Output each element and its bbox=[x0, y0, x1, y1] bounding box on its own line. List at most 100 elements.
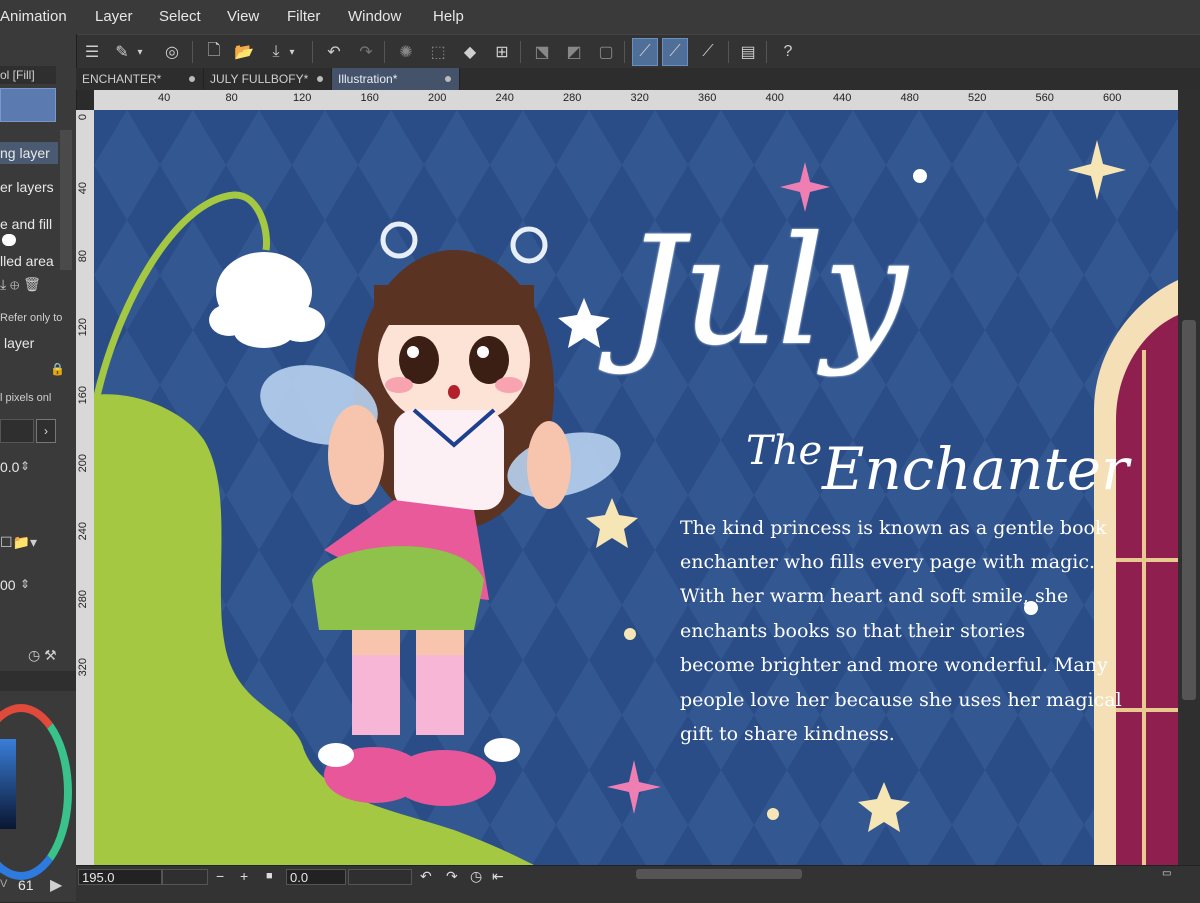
new-file-icon[interactable]: 🗋 bbox=[202, 40, 226, 64]
value-field-2[interactable]: 00 bbox=[0, 577, 16, 593]
menu-window[interactable]: Window bbox=[348, 8, 401, 25]
ruler-tick: 440 bbox=[833, 92, 852, 104]
option-close-and-fill[interactable]: e and fill bbox=[0, 216, 52, 232]
save-icon[interactable]: ⤓ bbox=[264, 40, 288, 64]
ruler-tick: 280 bbox=[563, 92, 582, 104]
ruler-tick: 0 bbox=[77, 114, 89, 121]
artwork-subtitle: Enchanter bbox=[822, 435, 1129, 503]
stop-icon[interactable]: ■ bbox=[266, 870, 273, 882]
zoom-slider[interactable] bbox=[162, 869, 208, 885]
delete-icon[interactable]: ⤓ ⊕ 🗑 bbox=[0, 276, 41, 293]
option-other-layers[interactable]: er layers bbox=[0, 179, 54, 195]
option-filled-area[interactable]: lled area bbox=[0, 253, 54, 269]
device-icon[interactable]: ▤ bbox=[736, 40, 760, 64]
snap-special-ruler-icon[interactable]: ⟋ bbox=[662, 38, 688, 66]
menu-select[interactable]: Select bbox=[159, 8, 201, 25]
invert-selection-icon[interactable]: ◩ bbox=[562, 40, 586, 64]
ruler-tick: 40 bbox=[158, 92, 171, 104]
ruler-tick: 600 bbox=[1103, 92, 1122, 104]
ruler-tick: 80 bbox=[77, 250, 89, 263]
zoom-out-icon[interactable]: − bbox=[216, 868, 224, 884]
ruler-tick: 320 bbox=[630, 92, 649, 104]
navigator-icon[interactable]: ▭ bbox=[1162, 868, 1171, 879]
menu-icon[interactable]: ☰ bbox=[80, 40, 104, 64]
tab-illustration[interactable]: Illustration* bbox=[332, 68, 460, 90]
fill-preset-selected[interactable] bbox=[0, 88, 56, 122]
cloud-icon bbox=[2, 234, 16, 246]
reset-rotation-icon[interactable]: ◷ bbox=[470, 868, 482, 885]
refer-label: Refer only to bbox=[0, 312, 63, 324]
color-mode-label: V bbox=[0, 878, 8, 890]
ruler-tick: 40 bbox=[77, 182, 89, 195]
scrollbar-thumb[interactable] bbox=[1182, 320, 1196, 700]
rotation-field[interactable]: 0.0 bbox=[286, 869, 346, 885]
selection-border-icon[interactable]: ▢ bbox=[594, 40, 618, 64]
menu-animation[interactable]: Animation bbox=[0, 8, 67, 25]
snap-ruler-icon[interactable]: ⟋ bbox=[632, 38, 658, 66]
undo-icon[interactable]: ↶ bbox=[322, 40, 346, 64]
color-square[interactable] bbox=[0, 739, 16, 829]
stepper-icon[interactable]: ⇕ bbox=[20, 577, 30, 591]
folder-icon[interactable]: ☐📁▾ bbox=[0, 534, 37, 551]
tab-july-fullbofy[interactable]: JULY FULLBOFY* bbox=[204, 68, 332, 90]
vertical-scrollbar[interactable] bbox=[1178, 90, 1200, 865]
help-icon[interactable]: ? bbox=[776, 40, 800, 64]
artwork-body-line: enchanter who fills every page with magi… bbox=[680, 551, 1096, 573]
chevron-down-icon[interactable]: ▾ bbox=[286, 40, 298, 64]
tool-title: ol [Fill] bbox=[0, 66, 56, 84]
option-editing-layer[interactable]: ng layer bbox=[0, 142, 58, 164]
status-bar: 195.0 − + ■ 0.0 ↶ ↷ ◷ ⇤ ▭ bbox=[76, 865, 1200, 903]
chevron-down-icon[interactable]: ▾ bbox=[134, 40, 146, 64]
ruler-tick: 560 bbox=[1035, 92, 1054, 104]
zoom-in-icon[interactable]: + bbox=[240, 868, 248, 884]
stepper-icon[interactable]: ⇕ bbox=[20, 459, 30, 473]
brush-settings-icon[interactable]: ✎ bbox=[110, 40, 134, 64]
deselect-icon[interactable]: ⬔ bbox=[530, 40, 554, 64]
redo-icon[interactable]: ↷ bbox=[354, 40, 378, 64]
menu-filter[interactable]: Filter bbox=[287, 8, 320, 25]
snap-grid-icon[interactable]: ⟋ bbox=[696, 40, 720, 64]
menu-help[interactable]: Help bbox=[433, 8, 464, 25]
artwork-body-line: become brighter and more wonderful. Many bbox=[680, 654, 1108, 676]
ruler-tick: 240 bbox=[77, 522, 89, 541]
rotate-right-icon[interactable]: ↷ bbox=[446, 868, 458, 885]
selection-icon[interactable]: ⬚ bbox=[426, 40, 450, 64]
tab-label: JULY FULLBOFY* bbox=[210, 72, 309, 86]
ruler-tick: 360 bbox=[698, 92, 717, 104]
illustration-canvas[interactable]: July The Enchanter The kind princess is … bbox=[94, 110, 1178, 865]
open-folder-icon[interactable]: 📂 bbox=[232, 40, 256, 64]
tab-label: ENCHANTER* bbox=[82, 72, 162, 86]
document-tabs: ENCHANTER* JULY FULLBOFY* Illustration* bbox=[76, 68, 1200, 90]
spiral-icon[interactable]: ◎ bbox=[160, 40, 184, 64]
ruler-tick: 120 bbox=[77, 318, 89, 337]
rotation-slider[interactable] bbox=[348, 869, 412, 885]
ruler-tick: 320 bbox=[77, 658, 89, 677]
settings-icon[interactable]: ◷ ⚒ bbox=[28, 647, 57, 664]
horizontal-scrollbar-thumb[interactable] bbox=[636, 869, 802, 879]
command-bar: ☰ ✎ ▾ ◎ 🗋 📂 ⤓ ▾ ↶ ↷ ✺ ⬚ ◆ ⊞ ⬔ ◩ ▢ ⟋ ⟋ ⟋ … bbox=[76, 34, 1200, 70]
artwork-body-line: people love her because she uses her mag… bbox=[680, 689, 1122, 711]
divider bbox=[766, 41, 767, 63]
ruler-tick: 120 bbox=[293, 92, 312, 104]
tab-enchanter[interactable]: ENCHANTER* bbox=[76, 68, 204, 90]
artwork-subtitle-the: The bbox=[746, 428, 823, 474]
fill-icon[interactable]: ◆ bbox=[458, 40, 482, 64]
transform-icon[interactable]: ⊞ bbox=[490, 40, 514, 64]
loading-icon[interactable]: ✺ bbox=[394, 40, 418, 64]
artwork-title: July bbox=[624, 205, 907, 379]
panel-tabs bbox=[0, 671, 76, 691]
menu-view[interactable]: View bbox=[227, 8, 259, 25]
chevron-right-icon[interactable]: › bbox=[36, 419, 56, 443]
option-stepper[interactable] bbox=[0, 419, 34, 443]
lock-icon[interactable]: 🔒 bbox=[50, 362, 65, 376]
ruler-tick: 80 bbox=[225, 92, 238, 104]
modified-indicator bbox=[445, 76, 451, 82]
scrollbar[interactable] bbox=[60, 130, 72, 270]
pixels-label: l pixels onl bbox=[0, 392, 52, 404]
zoom-field[interactable]: 195.0 bbox=[78, 869, 162, 885]
value-field-1[interactable]: 0.0 bbox=[0, 459, 19, 475]
play-icon[interactable]: ▶ bbox=[50, 875, 62, 895]
rotate-left-icon[interactable]: ↶ bbox=[420, 868, 432, 885]
flip-icon[interactable]: ⇤ bbox=[492, 868, 504, 885]
menu-layer[interactable]: Layer bbox=[95, 8, 133, 25]
